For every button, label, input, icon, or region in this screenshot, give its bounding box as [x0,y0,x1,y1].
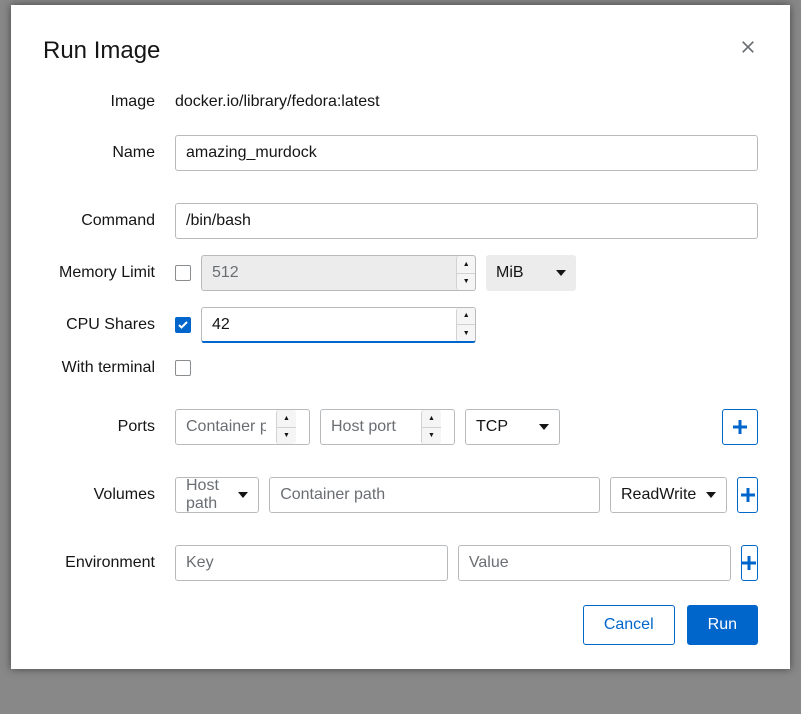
modal-header: Run Image [43,37,758,65]
cpu-input[interactable] [202,308,456,342]
container-port-input[interactable] [176,410,276,444]
command-input[interactable] [175,203,758,239]
container-port-decrement[interactable]: ▼ [277,427,296,445]
memory-row: Memory Limit ▲ ▼ MiB [43,255,758,291]
cpu-increment[interactable]: ▲ [457,308,475,325]
environment-row: Environment [43,545,758,581]
memory-increment[interactable]: ▲ [457,256,475,273]
name-label: Name [43,144,175,162]
memory-unit-dropdown[interactable]: MiB [486,255,576,291]
container-port-increment[interactable]: ▲ [277,410,296,427]
protocol-text: TCP [476,418,508,436]
command-row: Command [43,203,758,239]
host-path-text: Host path [186,477,228,513]
env-key-input[interactable] [175,545,448,581]
memory-input[interactable] [202,256,456,290]
host-port-increment[interactable]: ▲ [422,410,441,427]
memory-checkbox[interactable] [175,265,191,281]
cancel-button[interactable]: Cancel [583,605,675,645]
container-port-spinner: ▲ ▼ [276,410,296,444]
host-port-spinner: ▲ ▼ [421,410,441,444]
terminal-row: With terminal [43,359,758,377]
memory-input-wrapper: ▲ ▼ [201,255,476,291]
add-volume-button[interactable] [737,477,758,513]
container-port-wrapper: ▲ ▼ [175,409,310,445]
protocol-dropdown[interactable]: TCP [465,409,560,445]
caret-down-icon [238,492,248,498]
modal-footer: Cancel Run [43,605,758,645]
image-value: docker.io/library/fedora:latest [175,93,380,111]
container-path-input[interactable] [269,477,600,513]
ports-row: Ports ▲ ▼ ▲ ▼ TCP [43,409,758,445]
run-button[interactable]: Run [687,605,758,645]
run-image-modal: Run Image Image docker.io/library/fedora… [11,5,790,669]
modal-title: Run Image [43,37,160,65]
volumes-row: Volumes Host path ReadWrite [43,477,758,513]
host-port-wrapper: ▲ ▼ [320,409,455,445]
memory-label: Memory Limit [43,264,175,282]
cpu-row: CPU Shares ▲ ▼ [43,307,758,343]
cpu-label: CPU Shares [43,316,175,334]
image-row: Image docker.io/library/fedora:latest [43,93,758,111]
terminal-label: With terminal [43,359,175,377]
host-port-input[interactable] [321,410,421,444]
memory-unit-text: MiB [496,264,524,282]
cpu-input-wrapper: ▲ ▼ [201,307,476,343]
caret-down-icon [556,270,566,276]
terminal-checkbox[interactable] [175,360,191,376]
environment-label: Environment [43,554,175,572]
name-input[interactable] [175,135,758,171]
mount-mode-dropdown[interactable]: ReadWrite [610,477,727,513]
add-env-button[interactable] [741,545,758,581]
name-row: Name [43,135,758,171]
caret-down-icon [706,492,716,498]
add-port-button[interactable] [722,409,758,445]
close-icon[interactable] [738,37,758,57]
image-label: Image [43,93,175,111]
host-port-decrement[interactable]: ▼ [422,427,441,445]
host-path-dropdown[interactable]: Host path [175,477,259,513]
caret-down-icon [539,424,549,430]
mount-mode-text: ReadWrite [621,486,696,504]
env-value-input[interactable] [458,545,731,581]
cpu-checkbox[interactable] [175,317,191,333]
cpu-spinner: ▲ ▼ [456,308,475,342]
command-label: Command [43,212,175,230]
memory-decrement[interactable]: ▼ [457,273,475,291]
volumes-label: Volumes [43,486,175,504]
cpu-decrement[interactable]: ▼ [457,324,475,342]
ports-label: Ports [43,418,175,436]
memory-spinner: ▲ ▼ [456,256,475,290]
